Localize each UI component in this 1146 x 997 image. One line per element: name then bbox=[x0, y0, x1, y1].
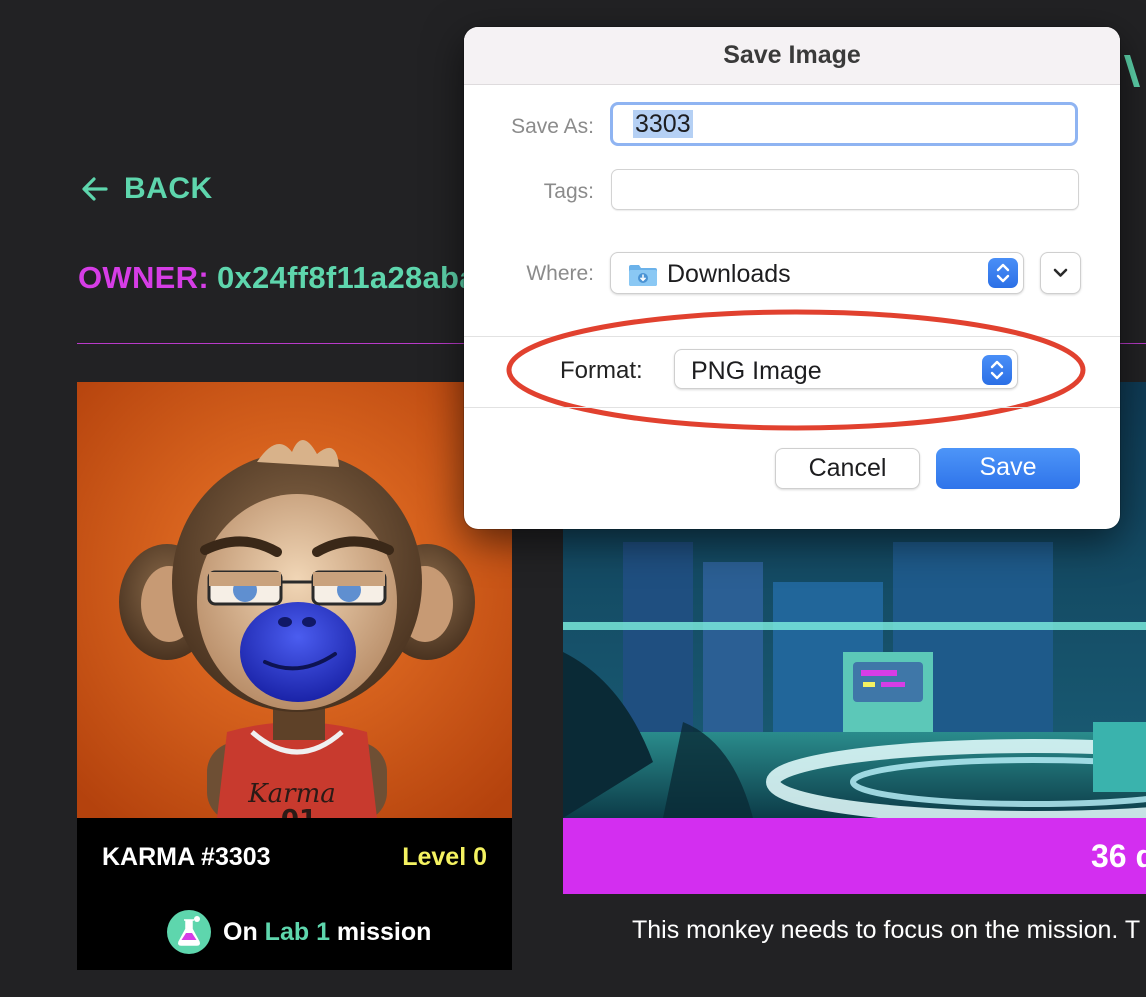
mission-prefix: On bbox=[223, 917, 258, 946]
expand-button[interactable] bbox=[1040, 252, 1081, 294]
tags-input[interactable] bbox=[611, 169, 1079, 210]
separator bbox=[464, 407, 1120, 408]
folder-icon bbox=[629, 265, 657, 286]
owner-address[interactable]: 0x24ff8f11a28aba bbox=[217, 260, 477, 295]
mission-lab[interactable]: Lab 1 bbox=[265, 918, 330, 946]
back-link[interactable]: BACK bbox=[80, 172, 213, 206]
owner-row: OWNER: 0x24ff8f11a28aba bbox=[78, 260, 477, 296]
jersey-number: 01 bbox=[281, 805, 317, 818]
nft-image: Karma 01 bbox=[77, 382, 512, 818]
mission-note: This monkey needs to focus on the missio… bbox=[632, 916, 1141, 944]
where-label: Where: bbox=[526, 262, 594, 285]
days-remaining: 36 d bbox=[1091, 838, 1146, 874]
level-badge: Level 0 bbox=[402, 843, 487, 871]
nft-title: KARMA #3303 bbox=[102, 843, 271, 871]
back-label: BACK bbox=[124, 172, 213, 205]
dialog-title: Save Image bbox=[723, 41, 861, 69]
nft-card[interactable]: Karma 01 bbox=[77, 382, 512, 970]
save-image-dialog: Save Image Save As: 3303 Tags: Where: Do… bbox=[464, 27, 1120, 529]
chevron-down-icon bbox=[1053, 268, 1068, 277]
mission-suffix: mission bbox=[336, 917, 432, 946]
arrow-left-icon bbox=[82, 177, 108, 201]
cancel-button[interactable]: Cancel bbox=[775, 448, 920, 489]
save-as-label: Save As: bbox=[511, 115, 594, 138]
owner-label: OWNER: bbox=[78, 260, 209, 295]
mission-status: On Lab 1 mission bbox=[167, 910, 431, 954]
save-button[interactable]: Save bbox=[936, 448, 1080, 489]
dialog-header: Save Image bbox=[464, 27, 1120, 85]
where-popup[interactable]: Downloads bbox=[610, 252, 1024, 294]
days-bar: 36 d bbox=[563, 818, 1146, 894]
annotation-ellipse bbox=[506, 309, 1086, 431]
stepper-icon bbox=[988, 258, 1018, 288]
save-as-value: 3303 bbox=[633, 110, 693, 138]
flask-icon bbox=[167, 910, 211, 954]
where-value: Downloads bbox=[667, 260, 791, 288]
save-as-input[interactable]: 3303 bbox=[610, 102, 1078, 146]
tags-label: Tags: bbox=[543, 180, 594, 203]
